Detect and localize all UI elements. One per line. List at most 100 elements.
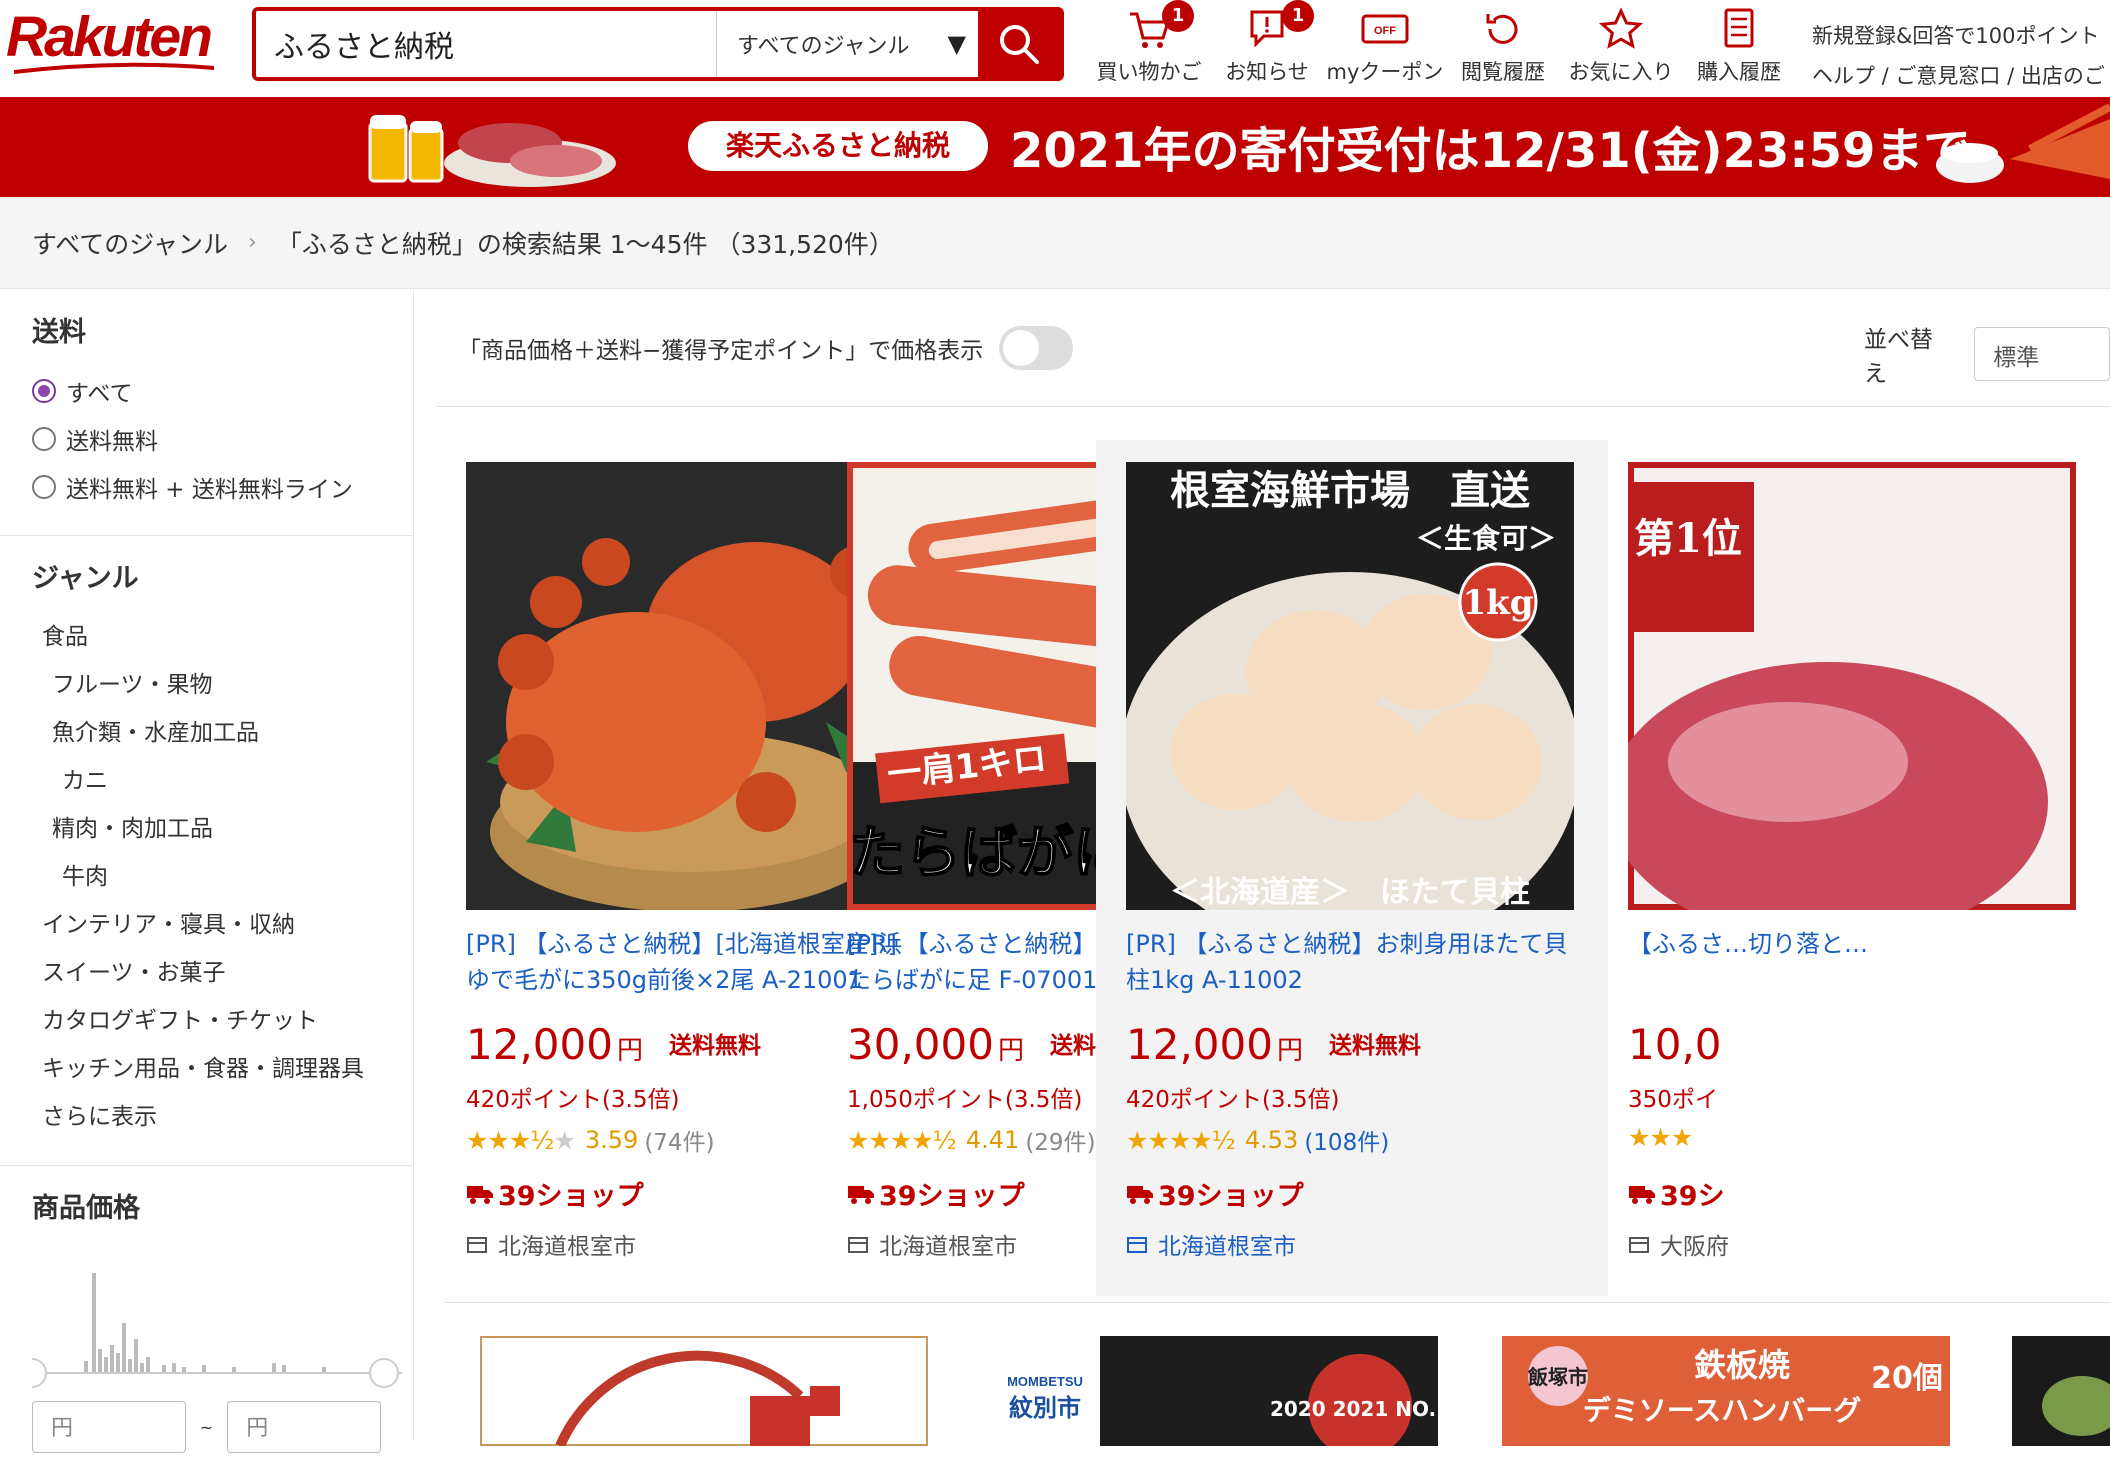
price-histogram	[17, 1273, 402, 1388]
genre-item[interactable]: カニ	[32, 757, 381, 805]
39shop-label: 39ショップ	[1158, 1181, 1304, 1212]
image-caption: 20個	[1871, 1361, 1943, 1396]
price-range-inputs: 円 ~ 円	[32, 1401, 381, 1453]
show-more-genres[interactable]: さらに表示	[32, 1093, 381, 1141]
promo-banner[interactable]: 楽天ふるさと納税 2021年の寄付受付は12/31(金)23:59まで	[0, 97, 2110, 197]
price-filter: 商品価格 円 ~ 円	[0, 1166, 413, 1477]
genre-select[interactable]: すべてのジャンル ▼	[716, 11, 978, 77]
image-caption: ＜北海道産＞ ほたて貝柱	[1170, 875, 1530, 910]
product-rating[interactable]: ★★★	[1628, 1123, 1693, 1152]
shop-location-name: 北海道根室市	[498, 1234, 636, 1260]
product-image[interactable]: 第1位	[1628, 462, 2076, 910]
stars-empty: ★	[553, 1125, 575, 1155]
top-links: 新規登録&回答で100ポイント ヘルプ / ご意見窓口 / 出店のご	[1812, 16, 2105, 96]
review-count: (29件)	[1025, 1130, 1096, 1156]
price-filter-title: 商品価格	[32, 1193, 140, 1224]
product-card[interactable]: 根室海鮮市場 直送 ＜生食可＞ 1kg ＜北海道産＞ ほたて貝柱 ⤢ ☆ [PR…	[1096, 440, 1608, 1296]
product-image[interactable]: MOMBETSU 紋別市 2020 2021 NO.1	[990, 1336, 1438, 1446]
history-icon	[1486, 14, 1518, 44]
shop-location[interactable]: 北海道根室市	[847, 1227, 1017, 1261]
min-price-input[interactable]: 円	[32, 1401, 186, 1453]
header: Rakuten すべてのジャンル ▼ 1 買い物かご 1 お知らせ OFF my…	[0, 0, 2110, 97]
breadcrumb-root[interactable]: すべてのジャンル	[32, 225, 228, 261]
image-caption: 1kg	[1463, 583, 1534, 623]
product-image[interactable]: 根室海鮮市場 直送 ＜生食可＞ 1kg ＜北海道産＞ ほたて貝柱 ⤢ ☆	[1126, 462, 1574, 910]
tool-notifications[interactable]: 1 お知らせ	[1208, 0, 1326, 92]
product-image[interactable]: 飯塚市 鉄板焼 デミソースハンバーグ 20個	[1502, 1336, 1950, 1446]
price-display-toggle[interactable]	[999, 326, 1074, 370]
image-caption: MOMBETSU	[1007, 1374, 1083, 1389]
radio-label: 送料無料	[66, 429, 158, 455]
price-slider-max-handle[interactable]	[369, 1358, 399, 1388]
tool-cart[interactable]: 1 買い物かご	[1090, 0, 1208, 92]
signup-link[interactable]: 新規登録&回答で100ポイント	[1812, 16, 2105, 56]
genre-item[interactable]: インテリア・寝具・収納	[32, 901, 381, 949]
max-price-input[interactable]: 円	[227, 1401, 381, 1453]
price-slider-min-handle[interactable]	[17, 1358, 47, 1388]
banner-furusato-pill: 楽天ふるさと納税	[688, 121, 988, 171]
search-input[interactable]	[256, 11, 716, 77]
chevron-down-icon: ▼	[947, 30, 966, 58]
shop-location[interactable]: 北海道根室市	[1126, 1227, 1296, 1261]
stars-filled: ★★★½	[466, 1125, 554, 1155]
shipping-option-free[interactable]: 送料無料	[32, 415, 381, 463]
truck-icon	[467, 1185, 493, 1204]
shop-location[interactable]: 北海道根室市	[466, 1227, 636, 1261]
rating-value: 4.41	[965, 1126, 1020, 1154]
radio-label: 送料無料 + 送料無料ライン	[66, 477, 353, 503]
product-rating[interactable]: ★★★★½ 4.41 (29件)	[847, 1123, 1096, 1157]
help-links[interactable]: ヘルプ / ご意見窓口 / 出店のご	[1812, 56, 2105, 96]
genre-item[interactable]: 魚介類・水産加工品	[32, 709, 381, 757]
image-caption: 第1位	[1634, 515, 1742, 562]
genre-item[interactable]: カタログギフト・チケット	[32, 997, 381, 1045]
rating-value: 4.53	[1244, 1126, 1299, 1154]
tool-label: myクーポン	[1326, 60, 1444, 84]
review-count: (74件)	[644, 1130, 715, 1156]
tool-favorites[interactable]: お気に入り	[1562, 0, 1680, 92]
genre-item[interactable]: 牛肉	[32, 853, 381, 901]
39shop-label: 39ショップ	[879, 1181, 1025, 1212]
product-card[interactable]: 第1位 【ふるさ…切り落と… 10,0 350ポイ ★★★ 39シ 大阪府	[1598, 440, 2110, 1296]
product-image[interactable]	[480, 1336, 928, 1446]
genre-item[interactable]: 精肉・肉加工品	[32, 805, 381, 853]
shop-icon	[1127, 1237, 1147, 1253]
image-caption: 根室海鮮市場 直送	[1170, 467, 1530, 514]
image-caption: ＜生食可＞	[1416, 522, 1556, 555]
search-button[interactable]	[978, 11, 1060, 77]
price-value: 12,000	[1126, 1020, 1273, 1069]
price-display-toggle-row: 「商品価格＋送料−獲得予定ポイント」で価格表示	[458, 326, 1074, 370]
sort-select[interactable]: 標準	[1974, 327, 2110, 381]
genre-item[interactable]: スイーツ・お菓子	[32, 949, 381, 997]
product-rating[interactable]: ★★★½★ 3.59 (74件)	[466, 1123, 715, 1157]
review-count: (108件)	[1304, 1130, 1390, 1156]
genre-item[interactable]: キッチン用品・食器・調理器具	[32, 1045, 381, 1093]
product-title-link[interactable]: [PR] 【ふるさと納税】お刺身用ほたて貝柱1kg A-11002	[1126, 926, 1576, 998]
star-icon	[1598, 7, 1644, 49]
shop-location-name: 大阪府	[1660, 1234, 1729, 1260]
shipping-option-free-line[interactable]: 送料無料 + 送料無料ライン	[32, 463, 381, 511]
product-image[interactable]	[2012, 1336, 2110, 1446]
image-caption: デミソースハンバーグ	[1583, 1394, 1862, 1427]
price-currency: 円	[1276, 1036, 1303, 1066]
product-title-link[interactable]: 【ふるさ…切り落と…	[1628, 926, 2078, 962]
stars-filled: ★★★	[1628, 1123, 1693, 1152]
shipping-filter-title: 送料	[32, 317, 86, 348]
shop-icon	[848, 1237, 868, 1253]
product-rating[interactable]: ★★★★½ 4.53 (108件)	[1126, 1123, 1389, 1157]
genre-item[interactable]: 食品	[32, 613, 381, 661]
shop-icon	[1629, 1237, 1649, 1253]
shipping-option-all[interactable]: すべて	[32, 367, 381, 415]
row2-image-3: 飯塚市 鉄板焼 デミソースハンバーグ 20個	[1502, 1336, 1950, 1446]
svg-text:OFF: OFF	[1374, 25, 1396, 37]
shop-location[interactable]: 大阪府	[1628, 1227, 1729, 1261]
tool-coupon[interactable]: OFF myクーポン	[1326, 0, 1444, 92]
sort-label: 並べ替え	[1864, 327, 1933, 387]
tool-purchase-history[interactable]: 購入履歴	[1680, 0, 1798, 92]
genre-item[interactable]: フルーツ・果物	[32, 661, 381, 709]
shipping-filter: 送料 すべて 送料無料 送料無料 + 送料無料ライン	[0, 290, 413, 536]
row2-image-1	[480, 1336, 928, 1446]
coupon-icon: OFF	[1361, 14, 1409, 44]
stars-filled: ★★★★½	[847, 1125, 957, 1155]
39shop-badge: 39ショップ	[847, 1174, 1025, 1213]
tool-history[interactable]: 閲覧履歴	[1444, 0, 1562, 92]
